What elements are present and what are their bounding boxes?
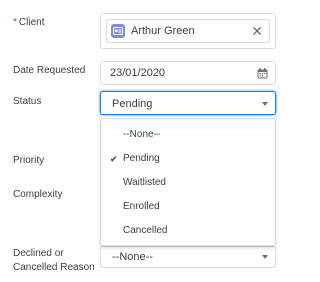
declined-reason-select[interactable]: --None--	[100, 246, 276, 268]
status-option-label: Waitlisted	[123, 177, 166, 188]
status-selected-value: Pending	[112, 98, 153, 110]
date-requested-value: 23/01/2020	[110, 67, 166, 79]
status-option-waitlisted[interactable]: Waitlisted	[101, 175, 275, 191]
status-option-label: Cancelled	[123, 225, 168, 236]
status-option-label: Pending	[123, 153, 160, 164]
client-pill[interactable]: Arthur Green ✕	[106, 19, 270, 43]
client-label: * Client	[13, 17, 44, 29]
contact-card-icon	[111, 24, 125, 38]
status-option-label: --None--	[123, 129, 161, 140]
status-label: Status	[13, 96, 42, 107]
calendar-icon[interactable]	[257, 68, 268, 79]
client-name: Arthur Green	[131, 25, 195, 37]
required-marker: *	[13, 17, 17, 28]
record-edit-form: * Client Arthur Green ✕ Date Requested 23…	[0, 0, 289, 282]
status-select[interactable]: Pending	[100, 91, 276, 115]
status-option-pending[interactable]: ✔ Pending	[101, 151, 275, 167]
declined-reason-label-line2: Cancelled Reason	[13, 262, 95, 273]
status-option-cancelled[interactable]: Cancelled	[101, 223, 275, 239]
date-requested-input[interactable]: 23/01/2020	[100, 61, 276, 85]
declined-reason-label-line1: Declined or	[13, 248, 64, 259]
chevron-down-icon	[262, 102, 268, 106]
client-lookup-field[interactable]: Arthur Green ✕	[100, 13, 276, 49]
close-icon[interactable]: ✕	[251, 23, 263, 39]
status-option-enrolled[interactable]: Enrolled	[101, 199, 275, 215]
status-option-label: Enrolled	[123, 201, 160, 212]
complexity-label: Complexity	[13, 189, 63, 200]
chevron-down-icon	[262, 255, 268, 259]
declined-reason-value: --None--	[112, 251, 153, 263]
priority-label: Priority	[13, 155, 45, 166]
client-label-text: Client	[18, 17, 45, 28]
declined-reason-label: Declined or Cancelled Reason	[13, 248, 95, 274]
check-icon: ✔	[110, 154, 118, 164]
status-dropdown-listbox: --None-- ✔ Pending Waitlisted Enrolled C…	[100, 118, 276, 246]
date-requested-label: Date Requested	[13, 65, 86, 76]
status-option-none[interactable]: --None--	[101, 127, 275, 143]
